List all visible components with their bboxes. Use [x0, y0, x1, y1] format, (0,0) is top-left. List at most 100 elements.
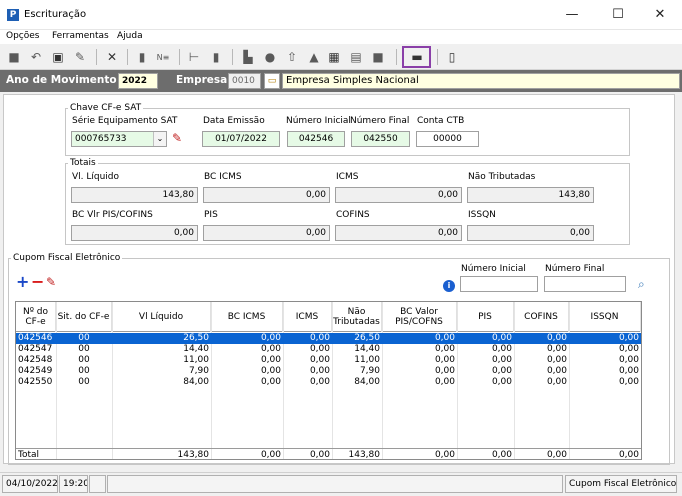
title-bar: P Escrituração — ☐ ✕ — [0, 0, 682, 30]
truck-icon[interactable]: ▮ — [208, 49, 224, 65]
search-icon[interactable]: ⌕ — [638, 277, 645, 292]
cell-bc-icms: 0,00 — [260, 450, 281, 460]
cell-sit-cfe: 00 — [78, 333, 90, 343]
cell-issqn: 0,00 — [618, 355, 639, 365]
table-row[interactable]: 042550 00 84,00 0,00 0,00 84,00 0,00 0,00 0,00 0,… — [16, 377, 641, 388]
column-header-nao-tributadas[interactable]: Não Tributadas — [332, 302, 382, 332]
cell-nao-tributadas: 143,80 — [348, 450, 381, 460]
upload-icon[interactable]: ⇧ — [284, 49, 300, 65]
chevron-down-icon[interactable]: ⌄ — [153, 132, 166, 146]
column-header-icms[interactable]: ICMS — [283, 302, 332, 332]
info-icon[interactable]: i — [443, 280, 455, 292]
undo-icon[interactable]: ↶ — [28, 49, 44, 65]
maximize-button[interactable]: ☐ — [596, 0, 640, 30]
new-icon[interactable]: ■ — [6, 49, 22, 65]
add-icon[interactable]: + — [16, 274, 29, 290]
cell-nao-tributadas: 14,40 — [354, 344, 380, 354]
column-header-sit-cfe[interactable]: Sit. do CF-e — [56, 302, 112, 332]
cell-bc-icms: 0,00 — [260, 344, 281, 354]
cupom-numero-inicial-input[interactable] — [460, 276, 538, 292]
data-emissao-field[interactable]: 01/07/2022 — [202, 131, 280, 147]
cell-issqn: 0,00 — [618, 333, 639, 343]
cell-vl-liquido: 26,50 — [183, 333, 209, 343]
cell-numero-cfe: Total — [18, 450, 40, 460]
pis-label: PIS — [204, 210, 218, 220]
cupom-numero-final-label: Número Final — [545, 264, 605, 274]
cell-cofins: 0,00 — [546, 377, 567, 387]
column-header-cofins[interactable]: COFINS — [514, 302, 569, 332]
save-icon[interactable]: ▣ — [50, 49, 66, 65]
delete-icon[interactable]: ✕ — [104, 49, 120, 65]
empresa-label: Empresa — [176, 74, 228, 86]
status-bar: 04/10/2022 19:20 Cupom Fiscal Eletrônico — [0, 472, 682, 494]
menu-ajuda[interactable]: Ajuda — [117, 31, 143, 41]
table-row[interactable]: 042549 00 7,90 0,00 0,00 7,90 0,00 0,00 0,00 0,00 — [16, 366, 641, 377]
menu-opcoes[interactable]: Opções — [6, 31, 39, 41]
cell-issqn: 0,00 — [618, 344, 639, 354]
total-divider — [16, 448, 641, 449]
cell-bc-icms: 0,00 — [260, 333, 281, 343]
numero-final-field[interactable]: 042550 — [351, 131, 410, 147]
grid-icon[interactable]: ■ — [370, 49, 386, 65]
bc-pis-cofins-label: BC Vlr PIS/COFINS — [72, 210, 153, 220]
minimize-button[interactable]: — — [550, 0, 594, 30]
cell-cofins: 0,00 — [546, 344, 567, 354]
cell-numero-cfe: 042546 — [18, 333, 53, 343]
empresa-code-field[interactable]: 0010 — [228, 73, 261, 89]
tree-icon[interactable]: ⊢ — [186, 49, 202, 65]
bc-icms-label: BC ICMS — [204, 172, 242, 182]
cell-pis: 0,00 — [491, 450, 512, 460]
menu-ferramentas[interactable]: Ferramentas — [52, 31, 109, 41]
column-header-issqn[interactable]: ISSQN — [569, 302, 641, 332]
column-header-pis[interactable]: PIS — [457, 302, 514, 332]
table-row[interactable]: 042547 00 14,40 0,00 0,00 14,40 0,00 0,00 0,00 0,… — [16, 344, 641, 355]
cupom-numero-final-input[interactable] — [544, 276, 626, 292]
apple-icon[interactable]: ● — [262, 49, 278, 65]
ano-field[interactable]: 2022 — [118, 73, 158, 89]
pis-field: 0,00 — [203, 225, 330, 241]
pencil-edit-icon[interactable]: ✎ — [172, 131, 182, 145]
folder-open-icon[interactable]: ▭ — [264, 73, 280, 89]
bc-icms-field: 0,00 — [203, 187, 330, 203]
cell-icms: 0,00 — [309, 344, 330, 354]
cell-icms: 0,00 — [309, 366, 330, 376]
remove-icon[interactable]: − — [31, 274, 44, 290]
exit-door-icon[interactable]: ▯ — [444, 49, 460, 65]
cell-sit-cfe: 00 — [78, 377, 90, 387]
cell-icms: 0,00 — [309, 355, 330, 365]
conta-ctb-field[interactable]: 00000 — [416, 131, 479, 147]
cell-nao-tributadas: 7,90 — [359, 366, 380, 376]
status-panel — [107, 475, 563, 493]
column-header-vl-liquido[interactable]: Vl Líquido — [112, 302, 211, 332]
cell-numero-cfe: 042547 — [18, 344, 53, 354]
home-icon[interactable]: ▲ — [306, 49, 322, 65]
building-icon[interactable]: ▙ — [240, 49, 256, 65]
document-icon[interactable]: ▮ — [134, 49, 150, 65]
table-total-row: Total 143,80 0,00 0,00 143,80 0,00 0,00 0,00 0,0… — [16, 450, 641, 460]
close-button[interactable]: ✕ — [638, 0, 682, 30]
toolbar-separator — [396, 49, 397, 65]
table-row[interactable]: 042546 00 26,50 0,00 0,00 26,50 0,00 0,00 0,00 0,… — [16, 333, 641, 344]
cell-icms: 0,00 — [309, 450, 330, 460]
report-icon[interactable]: ▤ — [348, 49, 364, 65]
column-header-bc-icms[interactable]: BC ICMS — [211, 302, 283, 332]
cofins-label: COFINS — [336, 210, 370, 220]
nf-icon[interactable]: N≡ — [155, 49, 171, 65]
vl-liquido-field: 143,80 — [71, 187, 198, 203]
cell-vl-liquido: 7,90 — [188, 366, 209, 376]
pencil-edit-icon[interactable]: ✎ — [46, 275, 56, 289]
column-header-bc-pis-cofins[interactable]: BC Valor PIS/COFNS — [382, 302, 457, 332]
totais-legend: Totais — [70, 158, 96, 168]
calculator-icon[interactable]: ▦ — [326, 49, 342, 65]
numero-inicial-field[interactable]: 042546 — [287, 131, 345, 147]
table-row[interactable]: 042548 00 11,00 0,00 0,00 11,00 0,00 0,00 0,00 0,… — [16, 355, 641, 366]
toolbar-separator — [127, 49, 128, 65]
status-time: 19:20 — [59, 475, 88, 493]
nao-tributadas-label: Não Tributadas — [468, 172, 536, 182]
column-header-numero-cfe[interactable]: Nº do CF-e — [16, 302, 56, 332]
chave-legend: Chave CF-e SAT — [70, 103, 142, 113]
cell-icms: 0,00 — [309, 333, 330, 343]
edit-icon[interactable]: ✎ — [72, 49, 88, 65]
issqn-label: ISSQN — [468, 210, 496, 220]
cell-bc-icms: 0,00 — [260, 377, 281, 387]
